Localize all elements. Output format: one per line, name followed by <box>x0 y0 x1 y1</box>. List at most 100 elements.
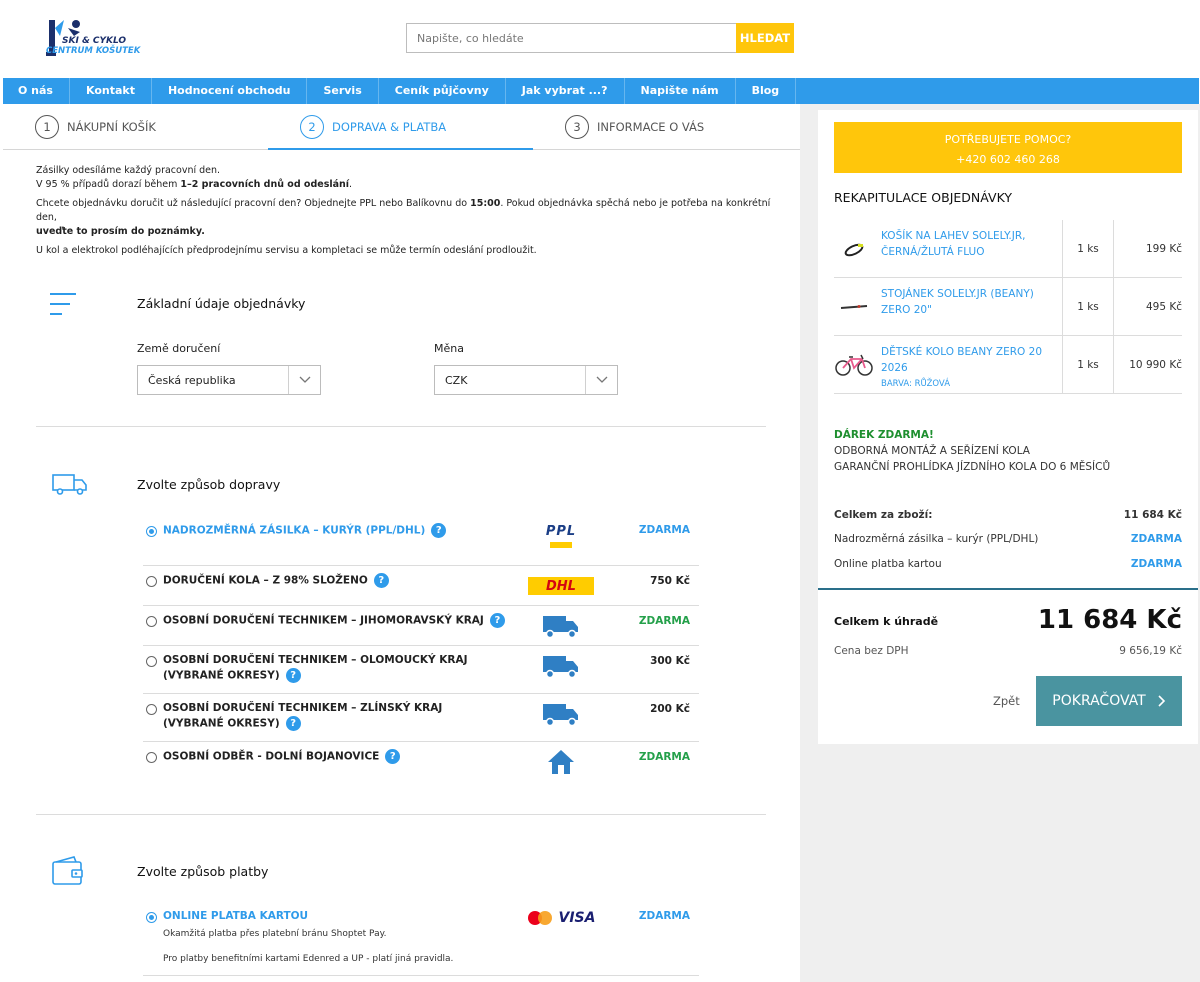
shipping-price: 300 Kč <box>650 655 690 667</box>
help-banner[interactable]: POTŘEBUJETE POMOC? +420 602 460 268 <box>834 122 1182 173</box>
country-label: Země doručení <box>137 342 221 355</box>
dhl-logo-text: DHL <box>528 577 594 595</box>
shipping-summary-value: ZDARMA <box>1130 533 1182 545</box>
order-item: DĚTSKÉ KOLO BEANY ZERO 20 2026 BARVA: RŮŽ… <box>834 336 1182 394</box>
item-qty: 1 ks <box>1062 336 1114 393</box>
item-name[interactable]: DĚTSKÉ KOLO BEANY ZERO 20 2026 BARVA: RŮŽ… <box>881 344 1061 392</box>
info-line-3: Chcete objednávku doručit už následující… <box>36 198 471 209</box>
radio[interactable] <box>146 704 157 715</box>
nav-item-blog[interactable]: Blog <box>736 78 797 104</box>
help-icon[interactable]: ? <box>431 523 447 538</box>
payment-desc-2: Pro platby benefitními kartami Edenred a… <box>163 954 454 964</box>
chevron-down-icon <box>585 366 617 394</box>
shipping-option-label: OSOBNÍ DORUČENÍ TECHNIKEM – ZLÍNSKÝ KRAJ… <box>163 702 443 730</box>
help-phone[interactable]: +420 602 460 268 <box>834 150 1182 170</box>
item-name-text[interactable]: STOJÁNEK SOLELY.JR (BEANY) ZERO 20" <box>881 288 1034 316</box>
currency-value: CZK <box>445 373 468 387</box>
step-number: 2 <box>300 114 324 139</box>
shipping-option-label: OSOBNÍ DORUČENÍ TECHNIKEM – OLOMOUCKÝ KR… <box>163 654 468 682</box>
info-line-1: Zásilky odesíláme každý pracovní den. <box>36 165 221 176</box>
step-label: INFORMACE O VÁS <box>597 119 705 134</box>
nav-item-hodnoceni[interactable]: Hodnocení obchodu <box>152 78 308 104</box>
radio-selected[interactable] <box>146 526 157 537</box>
shipping-info: Zásilky odesíláme každý pracovní den. V … <box>36 164 776 263</box>
currency-select[interactable]: CZK <box>434 365 618 395</box>
continue-button[interactable]: POKRAČOVAT <box>1036 676 1182 726</box>
delivery-truck-icon <box>525 700 597 728</box>
item-qty: 1 ks <box>1062 278 1114 335</box>
item-name[interactable]: STOJÁNEK SOLELY.JR (BEANY) ZERO 20" <box>881 286 1061 318</box>
radio[interactable] <box>146 656 157 667</box>
nav-item-servis[interactable]: Servis <box>307 78 379 104</box>
item-name-text[interactable]: KOŠÍK NA LAHEV SOLELY.JR, ČERNÁ/ŽLUTÁ FL… <box>881 230 1025 258</box>
gift-title: DÁREK ZDARMA! <box>834 429 934 441</box>
step-number: 1 <box>35 114 59 139</box>
help-icon[interactable]: ? <box>285 716 301 731</box>
step-label: NÁKUPNÍ KOŠÍK <box>67 119 156 134</box>
search-input[interactable] <box>406 23 736 53</box>
item-price: 199 Kč <box>1145 242 1182 255</box>
kickstand-image <box>834 292 874 322</box>
divider <box>36 814 766 815</box>
nav-item-jak-vybrat[interactable]: Jak vybrat ...? <box>506 78 625 104</box>
item-price: 10 990 Kč <box>1129 358 1182 371</box>
shipping-option-label: DORUČENÍ KOLA – Z 98% SLOŽENO <box>163 574 368 587</box>
info-line-3-time: 15:00 <box>470 198 501 209</box>
info-line-3-note: uveďte to prosím do poznámky. <box>36 226 205 237</box>
item-name-text[interactable]: DĚTSKÉ KOLO BEANY ZERO 20 2026 <box>881 346 1042 374</box>
delivery-truck-icon <box>525 612 597 640</box>
logo-text-1: SKI & CYKLO <box>62 36 127 46</box>
logo-text-2: CENTRUM KOŠUTEK <box>46 46 141 56</box>
radio[interactable] <box>146 616 157 627</box>
help-icon[interactable]: ? <box>373 573 389 588</box>
country-value: Česká republika <box>148 373 236 387</box>
shipping-option-zlinsky[interactable]: OSOBNÍ DORUČENÍ TECHNIKEM – ZLÍNSKÝ KRAJ… <box>143 694 699 742</box>
step-shipping-payment[interactable]: 2 DOPRAVA & PLATBA <box>268 104 533 150</box>
step-number: 3 <box>565 114 589 139</box>
back-link[interactable]: Zpět <box>993 694 1020 708</box>
shipping-option-label: NADROZMĚRNÁ ZÁSILKA – KURÝR (PPL/DHL) <box>163 524 426 537</box>
grand-total-label: Celkem k úhradě <box>834 615 939 628</box>
help-icon[interactable]: ? <box>385 749 401 764</box>
shipping-price: 200 Kč <box>650 703 690 715</box>
radio[interactable] <box>146 752 157 763</box>
nav-item-o-nas[interactable]: O nás <box>3 78 70 104</box>
shipping-option-olomoucky[interactable]: OSOBNÍ DORUČENÍ TECHNIKEM – OLOMOUCKÝ KR… <box>143 646 699 694</box>
shipping-title: Zvolte způsob dopravy <box>137 477 281 492</box>
recap-title: REKAPITULACE OBJEDNÁVKY <box>834 190 1012 205</box>
shipping-option-pickup[interactable]: OSOBNÍ ODBĚR - DOLNÍ BOJANOVICE? ZDARMA <box>143 742 699 782</box>
step-cart[interactable]: 1 NÁKUPNÍ KOŠÍK <box>3 104 268 149</box>
kids-bike-image <box>834 350 874 380</box>
mastercard-visa-logo: VISA <box>525 904 597 932</box>
wallet-icon <box>52 856 84 889</box>
logo[interactable]: SKI & CYKLO CENTRUM KOŠUTEK <box>46 18 141 58</box>
search-button[interactable]: HLEDAT <box>736 23 794 53</box>
nav-item-cenik[interactable]: Ceník půjčovny <box>379 78 506 104</box>
shipping-option-ppl-dhl[interactable]: NADROZMĚRNÁ ZÁSILKA – KURÝR (PPL/DHL)? P… <box>143 514 699 566</box>
nav-item-kontakt[interactable]: Kontakt <box>70 78 152 104</box>
item-name[interactable]: KOŠÍK NA LAHEV SOLELY.JR, ČERNÁ/ŽLUTÁ FL… <box>881 228 1061 260</box>
grand-total-value: 11 684 Kč <box>1037 605 1182 635</box>
payment-summary-label: Online platba kartou <box>834 558 942 570</box>
radio-selected[interactable] <box>146 912 157 923</box>
info-line-2: V 95 % případů dorazí během <box>36 179 181 190</box>
nav-item-napiste[interactable]: Napište nám <box>625 78 736 104</box>
country-select[interactable]: Česká republika <box>137 365 321 395</box>
total-divider <box>818 588 1198 590</box>
help-icon[interactable]: ? <box>285 668 301 683</box>
shipping-option-jihomoravsky[interactable]: OSOBNÍ DORUČENÍ TECHNIKEM – JIHOMORAVSKÝ… <box>143 606 699 646</box>
chevron-right-icon <box>1158 695 1166 707</box>
visa-logo-text: VISA <box>558 910 596 926</box>
item-variant: BARVA: RŮŽOVÁ <box>881 379 951 389</box>
divider <box>36 426 766 427</box>
search-bar: HLEDAT <box>406 23 794 53</box>
goods-total-row: Celkem za zboží: 11 684 Kč <box>834 509 1182 521</box>
price-without-vat-label: Cena bez DPH <box>834 645 909 657</box>
shipping-option-bike[interactable]: DORUČENÍ KOLA – Z 98% SLOŽENO? DHL 750 K… <box>143 566 699 606</box>
basic-data-title: Základní údaje objednávky <box>137 296 306 311</box>
price-without-vat-value: 9 656,19 Kč <box>1119 645 1182 657</box>
step-info[interactable]: 3 INFORMACE O VÁS <box>533 104 798 149</box>
help-icon[interactable]: ? <box>489 613 505 628</box>
radio[interactable] <box>146 576 157 587</box>
continue-label: POKRAČOVAT <box>1052 693 1146 709</box>
